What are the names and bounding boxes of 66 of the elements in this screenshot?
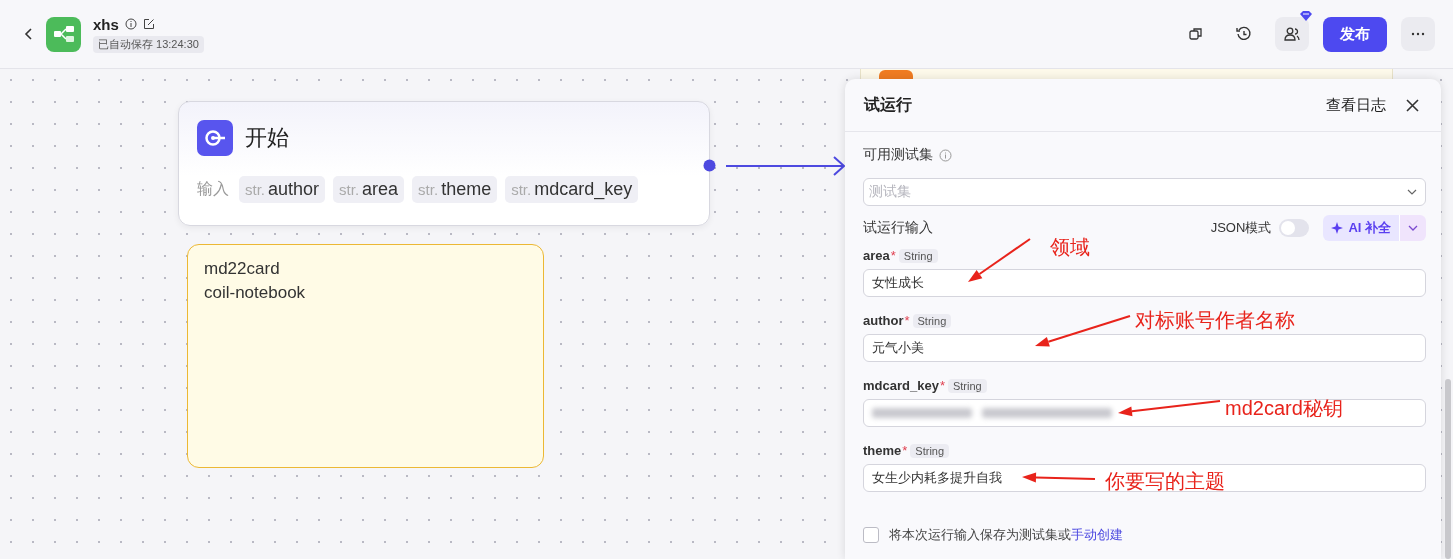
input-field[interactable]: 元气小美 [863, 334, 1426, 362]
info-icon[interactable] [124, 18, 137, 30]
testset-label: 可用测试集 [863, 146, 933, 164]
workflow-title: xhs [93, 15, 119, 33]
close-icon[interactable] [1406, 98, 1419, 112]
dropdown-placeholder: 测试集 [869, 183, 911, 201]
required-mark: * [890, 248, 896, 263]
inputs-label: 输入 [197, 179, 229, 199]
chevron-down-icon [1407, 189, 1417, 195]
type-prefix: str. [511, 181, 532, 198]
field-label: author [863, 313, 904, 328]
type-prefix: str. [339, 181, 360, 198]
checkbox[interactable] [863, 527, 879, 543]
node-card[interactable] [860, 69, 1393, 79]
start-node[interactable]: 开始 输入 str. author str. area str. theme str. mdcard_key [178, 101, 710, 226]
note-text: coil-notebook [204, 283, 307, 303]
sparkle-icon [1331, 222, 1344, 234]
input-field[interactable] [863, 399, 1426, 427]
manual-create-link[interactable]: 手动创建 [1071, 527, 1123, 542]
annotation-text: md2card秘钥 [1225, 396, 1343, 421]
required-mark: * [939, 378, 945, 393]
type-prefix: str. [245, 181, 265, 198]
field-value: 元气小美 [872, 339, 924, 357]
section-title: 试运行输入 [863, 219, 934, 237]
save-option-text: 将本次运行输入保存为测试集或手动创建 [889, 526, 1123, 544]
type-badge: String [898, 248, 938, 263]
note-text: md22card [204, 259, 281, 279]
type-prefix: str. [418, 181, 439, 198]
back-icon[interactable] [24, 27, 34, 41]
start-icon [197, 120, 233, 156]
node-title: 开始 [245, 124, 289, 152]
panel-title: 试运行 [864, 94, 913, 115]
annotation-text: 你要写的主题 [1105, 469, 1225, 494]
publish-button[interactable]: 发布 [1323, 16, 1387, 52]
annotation-text: 对标账号作者名称 [1135, 308, 1295, 333]
input-name: author [268, 179, 320, 200]
required-mark: * [902, 443, 908, 458]
ai-complete-button[interactable]: AI 补全 [1323, 215, 1399, 241]
collaborators-button[interactable] [1275, 17, 1309, 51]
annotation-text: 领域 [1050, 235, 1090, 260]
field-value: 女生少内耗多提升自我 [872, 469, 1002, 487]
required-mark: * [904, 313, 910, 328]
json-mode-label: JSON模式 [1210, 219, 1272, 237]
edit-icon[interactable] [142, 18, 155, 30]
type-badge: String [912, 313, 952, 328]
more-icon [1411, 32, 1425, 36]
type-badge: String [910, 443, 950, 458]
chevron-down-icon [1408, 225, 1418, 231]
people-icon [1284, 27, 1300, 41]
output-port[interactable] [703, 159, 716, 172]
input-name: mdcard_key [534, 179, 633, 200]
field-value: 女性成长 [872, 274, 924, 292]
json-mode-toggle[interactable] [1279, 219, 1310, 237]
view-log-link[interactable]: 查看日志 [1326, 95, 1386, 115]
field-label: theme [863, 443, 902, 458]
input-name: theme [441, 179, 492, 200]
input-name: area [362, 179, 399, 200]
note-card[interactable]: md22card coil-notebook [187, 244, 544, 468]
field-label: mdcard_key [863, 378, 939, 393]
field-label: area [863, 248, 890, 263]
type-badge: String [947, 378, 987, 393]
input-field[interactable]: 女性成长 [863, 269, 1426, 297]
annotation-arrow [968, 238, 1031, 282]
diamond-icon [1300, 11, 1312, 21]
workflow-logo [46, 16, 81, 52]
autosave-status: 已自动保存 13:24:30 [93, 35, 204, 53]
